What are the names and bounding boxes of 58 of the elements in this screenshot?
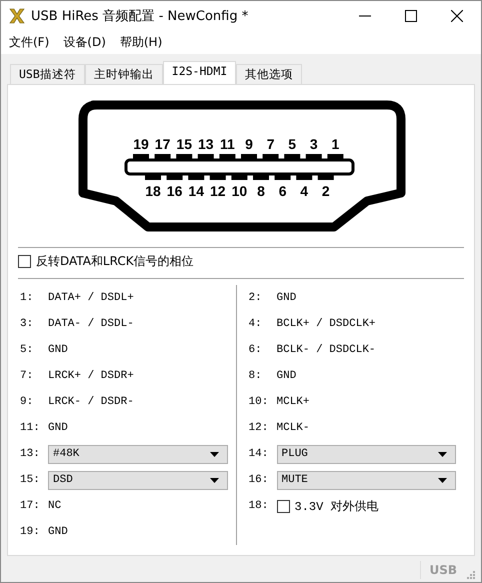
pin-number: 10: <box>248 396 270 408</box>
pin-number: 1: <box>19 292 34 304</box>
window-title: USB HiRes 音频配置 - NewConfig * <box>31 8 250 25</box>
tab[interactable]: USB描述符 <box>10 64 85 84</box>
pin-number: 11: <box>19 422 41 434</box>
pin-signal: LRCK- / DSDR- <box>48 396 134 408</box>
pin-signal: GND <box>276 370 296 382</box>
menu-item[interactable]: 文件(F) <box>9 34 50 51</box>
pin-signal: GND <box>48 344 68 356</box>
pin-signal: BCLK+ / DSDCLK+ <box>276 318 376 330</box>
pin-dropdown[interactable]: DSD <box>48 470 228 490</box>
close-icon[interactable] <box>451 10 463 22</box>
caret-icon <box>438 452 447 456</box>
caret-icon <box>210 478 218 482</box>
menu-item[interactable]: 帮助(H) <box>120 34 162 51</box>
pin-signal: GND <box>276 292 296 304</box>
tab[interactable]: 主时钟输出 <box>84 64 163 84</box>
pin-signal: NC <box>48 500 62 512</box>
caret-icon <box>210 452 218 456</box>
pin-number: 12: <box>248 422 270 434</box>
tab[interactable]: I2S-HDMI <box>162 61 236 84</box>
pin-number: 5: <box>19 344 34 356</box>
pin-signal: GND <box>48 526 68 538</box>
pin-number: 2: <box>248 292 263 304</box>
menu-item[interactable]: 设备(D) <box>63 34 106 51</box>
pin-signal: LRCK+ / DSDR+ <box>48 370 134 382</box>
pin-number: 4: <box>248 318 263 330</box>
pin-number: 13: <box>19 448 41 460</box>
app-logo-icon <box>9 8 25 24</box>
pin-dropdown[interactable]: MUTE <box>276 470 456 490</box>
pin-number: 8: <box>248 370 263 382</box>
pin-number: 17: <box>19 500 41 512</box>
status-text: USB <box>420 561 461 579</box>
checkbox[interactable] <box>276 500 290 512</box>
checkbox[interactable] <box>18 254 31 268</box>
pin-number: 19: <box>19 526 41 538</box>
pin-signal: DATA- / DSDL- <box>48 318 134 330</box>
pin-dropdown[interactable]: #48K <box>48 444 228 464</box>
pin-signal: DATA+ / DSDL+ <box>48 292 134 304</box>
pin-number: 15: <box>19 474 41 486</box>
checkbox-label: 反转DATA和LRCK信号的相位 <box>36 252 194 270</box>
caret-icon <box>438 478 447 482</box>
pin-signal: MCLK- <box>276 422 310 434</box>
pin-dropdown[interactable]: PLUG <box>276 444 456 464</box>
maximize-icon[interactable] <box>405 10 417 22</box>
checkbox-label: 3.3V 对外供电 <box>294 498 379 514</box>
pin-number: 18: <box>248 500 270 512</box>
pin-number: 9: <box>19 396 34 408</box>
resize-grip-icon <box>467 571 475 579</box>
pin-number: 7: <box>19 370 34 382</box>
pin-number: 14: <box>248 448 270 460</box>
pin-signal: GND <box>48 422 68 434</box>
pin-signal: BCLK- / DSDCLK- <box>276 344 376 356</box>
pin-signal: MCLK+ <box>276 396 310 408</box>
tab[interactable]: 其他选项 <box>236 64 302 84</box>
pin-number: 16: <box>248 474 270 486</box>
pin-number: 6: <box>248 344 263 356</box>
pin-number: 3: <box>19 318 34 330</box>
